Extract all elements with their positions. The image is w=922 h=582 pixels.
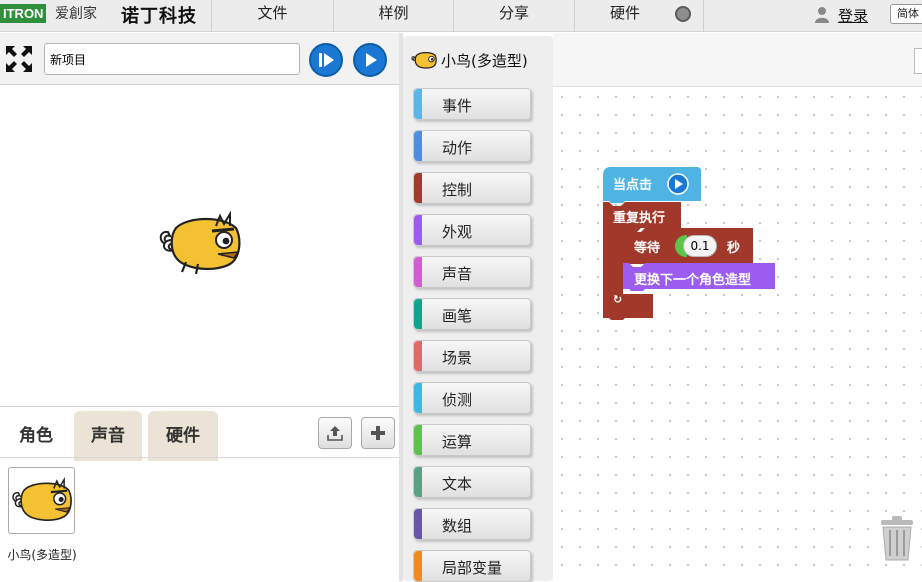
script-area-toolbar [553, 33, 922, 87]
category-label: 控制 [442, 181, 473, 199]
category-color-bar [414, 215, 422, 245]
current-sprite-name: 小鸟(多造型) [441, 52, 528, 70]
script-area[interactable]: 当点击 重复执行 ↻ 等待 0.1 秒 更换下一个角色造型 [553, 88, 922, 581]
step-play-icon [319, 53, 334, 67]
category-label: 画笔 [442, 307, 473, 325]
category-color-bar [414, 173, 422, 203]
connection-status-icon[interactable] [675, 6, 691, 22]
bird-thumbnail-icon [12, 476, 72, 521]
add-sprite-button[interactable] [361, 417, 395, 449]
category-color-bar [414, 131, 422, 161]
bird-sprite-icon [411, 51, 437, 69]
when-clicked-label: 当点击 [613, 178, 653, 193]
fullscreen-icon[interactable] [5, 45, 33, 73]
play-icon [366, 53, 377, 67]
blue-flag-play-icon [667, 173, 689, 195]
category-color-bar [414, 257, 422, 287]
category-button[interactable]: 文本 [413, 466, 531, 498]
run-button[interactable] [353, 43, 387, 77]
upload-sprite-button[interactable] [318, 417, 352, 449]
category-button[interactable]: 场景 [413, 340, 531, 372]
category-color-bar [414, 509, 422, 539]
loop-arrow-icon: ↻ [613, 293, 623, 306]
user-icon [815, 7, 829, 23]
menu-divider [703, 0, 704, 32]
tab-hardware[interactable]: 硬件 [148, 411, 218, 461]
category-label: 文本 [442, 475, 473, 493]
sprite-thumbnail[interactable] [8, 467, 75, 534]
wait-label: 等待 [634, 241, 661, 256]
upload-icon [327, 426, 343, 441]
category-button[interactable]: 声音 [413, 256, 531, 288]
menu-file[interactable]: 文件 [212, 0, 333, 32]
category-label: 事件 [442, 97, 473, 115]
category-color-bar [414, 551, 422, 581]
step-button[interactable] [309, 43, 343, 77]
category-label: 外观 [442, 223, 473, 241]
wait-unit-label: 秒 [727, 241, 741, 256]
project-name-input[interactable] [44, 43, 300, 75]
category-button[interactable]: 侦测 [413, 382, 531, 414]
trash-icon[interactable] [877, 514, 917, 562]
next-costume-label: 更换下一个角色造型 [634, 273, 752, 288]
tab-sprites[interactable]: 角色 [2, 411, 70, 461]
itron-logo: ITRON [0, 4, 47, 23]
menu-examples[interactable]: 样例 [334, 0, 453, 32]
category-button[interactable]: 外观 [413, 214, 531, 246]
category-button[interactable]: 控制 [413, 172, 531, 204]
bird-sprite-on-stage[interactable] [158, 210, 242, 276]
wait-seconds-input[interactable]: 0.1 [683, 235, 717, 257]
category-button[interactable]: 事件 [413, 88, 531, 120]
forever-label: 重复执行 [613, 211, 666, 226]
category-button[interactable]: 数组 [413, 508, 531, 540]
category-label: 声音 [442, 265, 473, 283]
category-label: 动作 [442, 139, 473, 157]
category-button[interactable]: 动作 [413, 130, 531, 162]
category-color-bar [414, 341, 422, 371]
menu-share[interactable]: 分享 [454, 0, 574, 32]
category-color-bar [414, 299, 422, 329]
category-label: 局部变量 [442, 559, 503, 577]
stage-canvas[interactable] [0, 86, 399, 406]
category-button[interactable]: 运算 [413, 424, 531, 456]
tab-sounds[interactable]: 声音 [74, 411, 142, 461]
brand-logo: 诺丁科技 [121, 6, 197, 27]
category-label: 场景 [442, 349, 473, 367]
category-color-bar [414, 383, 422, 413]
language-select[interactable]: 简体 [890, 4, 922, 24]
stage-toolbar [0, 33, 399, 85]
category-button[interactable]: 画笔 [413, 298, 531, 330]
category-button[interactable]: 局部变量 [413, 550, 531, 582]
itron-logo-cn: 爱創家 [55, 6, 97, 22]
script-toolbar-button[interactable] [914, 48, 922, 74]
category-color-bar [414, 467, 422, 497]
sprite-panel: 角色 声音 硬件 小鸟(多造型) [0, 406, 399, 581]
plus-icon [371, 426, 385, 440]
block-palette: 小鸟(多造型) 事件动作控制外观声音画笔场景侦测运算文本数组局部变量 [403, 36, 553, 582]
tab-bar-line [0, 457, 399, 458]
top-menu-bar: ITRON 爱創家 诺丁科技 文件 样例 分享 硬件 登录 简体 [0, 0, 922, 32]
menu-hardware[interactable]: 硬件 [575, 0, 675, 32]
category-label: 数组 [442, 517, 473, 535]
sprite-name-label: 小鸟(多造型) [7, 548, 77, 562]
category-label: 侦测 [442, 391, 473, 409]
category-color-bar [414, 89, 422, 119]
category-color-bar [414, 425, 422, 455]
login-label[interactable]: 登录 [838, 5, 868, 26]
category-label: 运算 [442, 433, 473, 451]
